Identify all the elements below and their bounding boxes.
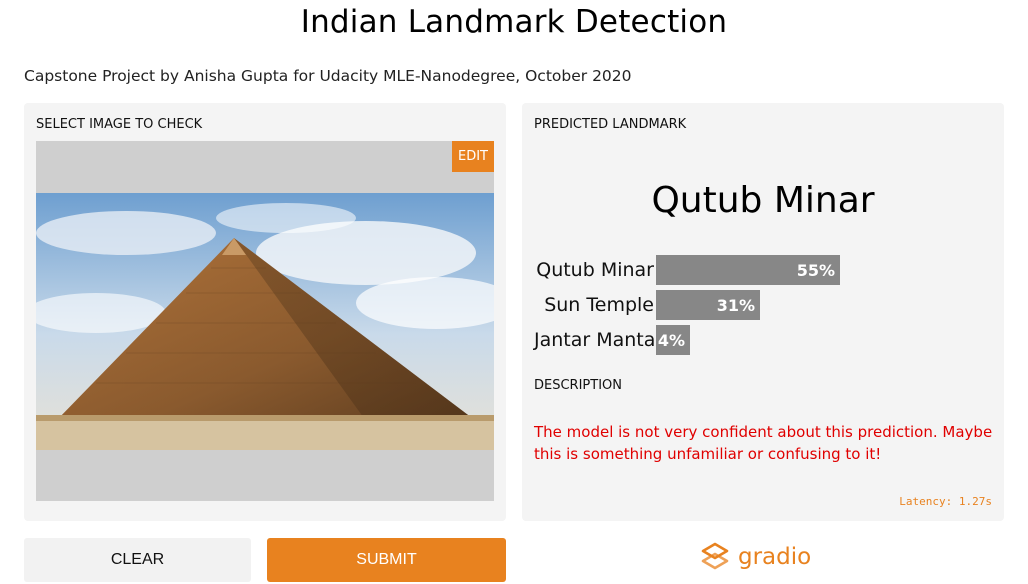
input-image: [36, 193, 494, 450]
clear-button[interactable]: CLEAR: [24, 538, 251, 582]
confidence-label: Sun Temple: [544, 294, 654, 316]
predicted-landmark: Qutub Minar: [651, 180, 875, 221]
output-panel: PREDICTED LANDMARK Qutub Minar Qutub Min…: [522, 103, 1004, 521]
confidence-label: Qutub Minar: [536, 259, 654, 281]
submit-button[interactable]: SUBMIT: [267, 538, 506, 582]
confidence-row: Sun Temple 31%: [534, 290, 760, 320]
gradio-logo-text: gradio: [738, 544, 812, 570]
description-text: The model is not very confident about th…: [534, 423, 993, 463]
confidence-row: Qutub Minar 55%: [534, 255, 840, 285]
latency-readout: Latency: 1.27s: [899, 495, 992, 508]
confidence-bar: 4%: [656, 325, 690, 355]
input-panel: SELECT IMAGE TO CHECK EDIT: [24, 103, 506, 521]
description-label: DESCRIPTION: [534, 378, 622, 393]
confidence-label: Jantar Manta: [534, 329, 656, 351]
confidence-row: Jantar Manta 4%: [534, 325, 690, 355]
page-subtitle: Capstone Project by Anisha Gupta for Uda…: [24, 67, 632, 85]
gradio-logo-icon: [701, 542, 729, 570]
image-upload-area[interactable]: EDIT: [36, 141, 494, 501]
output-panel-label: PREDICTED LANDMARK: [534, 117, 687, 132]
page-title: Indian Landmark Detection: [300, 4, 728, 40]
confidence-bar: 55%: [656, 255, 840, 285]
gradio-logo[interactable]: gradio: [700, 542, 811, 572]
input-panel-label: SELECT IMAGE TO CHECK: [36, 117, 203, 132]
confidence-bar: 31%: [656, 290, 760, 320]
edit-button[interactable]: EDIT: [452, 141, 494, 172]
